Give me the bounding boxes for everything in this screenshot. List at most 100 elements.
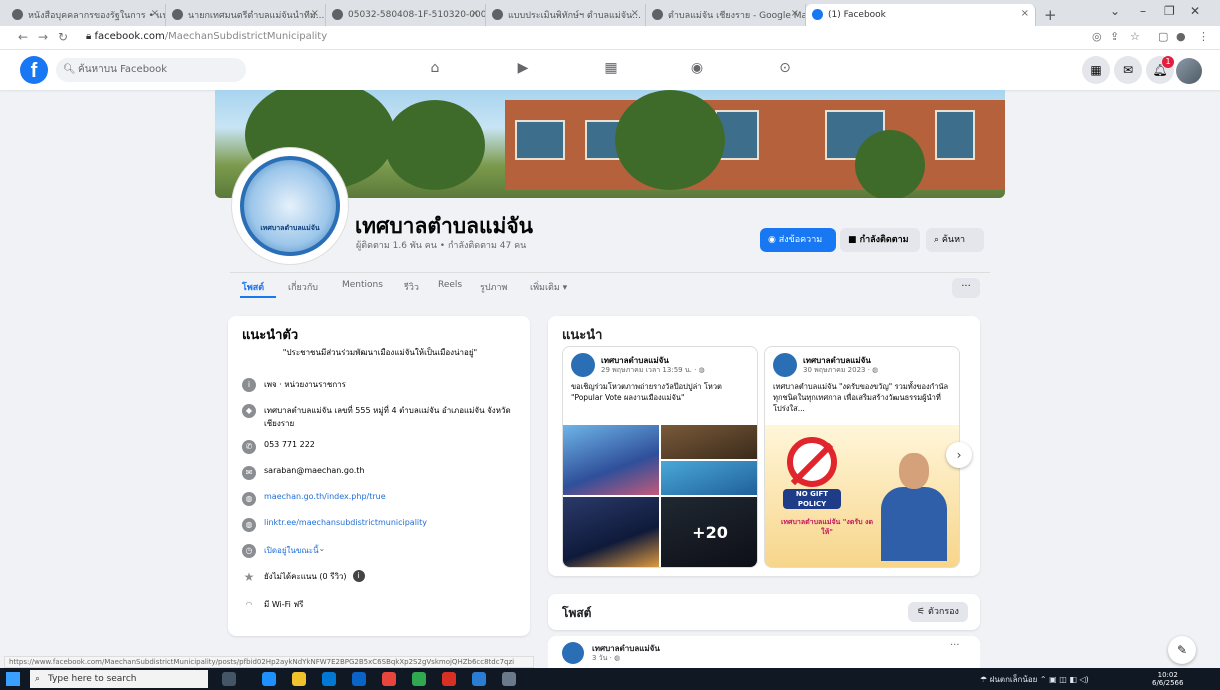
avatar[interactable] [1176, 58, 1202, 84]
intro-rating: ยังไม่ได้คะแนน (0 รีวิว) [264, 572, 347, 581]
tab-more[interactable]: เพิ่มเติม ▾ [530, 280, 567, 294]
back-icon[interactable]: ← [18, 30, 28, 44]
browser-tab-active[interactable]: (1) Facebook × [806, 4, 1036, 26]
intro-hours-row[interactable]: ◷ เปิดอยู่ในขณะนี้ ⌄ [242, 544, 522, 558]
close-tab-icon[interactable]: × [791, 8, 799, 19]
taskbar-clock[interactable]: 10:02 6/6/2566 [1152, 671, 1183, 687]
facebook-search-input[interactable]: 🔍︎ ค้นหาบน Facebook [56, 58, 246, 82]
intro-email[interactable]: saraban@maechan.go.th [264, 466, 365, 475]
post-options-icon[interactable]: ··· [950, 640, 960, 651]
browser-tab[interactable]: 05032-580408-1F-510320-0000... × [326, 4, 486, 26]
message-button[interactable]: ◉ ส่งข้อความ [760, 228, 836, 252]
close-tab-icon[interactable]: × [151, 8, 159, 19]
intro-website-link[interactable]: maechan.go.th/index.php/true [264, 492, 386, 501]
tab-photos[interactable]: รูปภาพ [480, 280, 507, 294]
task-view-icon[interactable] [222, 672, 236, 686]
menu-grid-icon[interactable]: ▦ [1082, 56, 1110, 84]
windows-start-icon[interactable] [6, 672, 20, 686]
browser-tab[interactable]: ตำบลแม่จัน เชียงราย - Google Ma... × [646, 4, 806, 26]
following-button[interactable]: ■ กำลังติดตาม [840, 228, 920, 252]
clock-time: 10:02 [1157, 671, 1178, 679]
home-icon[interactable]: ⌂ [424, 60, 446, 80]
browser-tab[interactable]: หนังสือบุคคลากรของรัฐในการ • แบบ...× [6, 4, 166, 26]
marketplace-icon[interactable]: ▦ [600, 60, 622, 80]
page-follower-stats[interactable]: ผู้ติดตาม 1.6 พัน คน • กำลังติดตาม 47 คน [356, 238, 526, 252]
active-tab-indicator [240, 296, 276, 298]
chevron-down-icon[interactable]: ⌄ [1110, 4, 1120, 18]
filter-button[interactable]: ⚟ ตัวกรอง [908, 602, 968, 622]
post-date: 30 พฤษภาคม 2023 · ◍ [803, 365, 878, 376]
gaming-icon[interactable]: ⊙ [774, 60, 796, 80]
profile-icon[interactable]: ● [1176, 30, 1186, 43]
page-search-button[interactable]: ⌕ ค้นหา [926, 228, 984, 252]
tab-reviews[interactable]: รีวิว [404, 280, 419, 294]
close-tab-icon[interactable]: × [311, 8, 319, 19]
photo-thumbnail[interactable] [563, 497, 659, 567]
facebook-logo-icon[interactable]: f [20, 56, 48, 84]
no-gift-policy-poster[interactable]: NO GIFT POLICY เทศบาลตำบลแม่จัน "งดรับ งด… [765, 425, 959, 567]
close-tab-icon[interactable]: × [1021, 8, 1029, 19]
tab-mentions[interactable]: Mentions [342, 280, 383, 290]
intro-category-row: i เพจ · หน่วยงานราชการ [242, 378, 522, 392]
edge-icon[interactable] [262, 672, 276, 686]
seal-text: เทศบาลตำบลแม่จัน [260, 224, 320, 232]
intro-linktree-row: ◍ linktr.ee/maechansubdistrictmunicipalit… [242, 518, 522, 532]
featured-post-card[interactable]: เทศบาลตำบลแม่จัน 29 พฤษภาคม เวลา 13:59 น… [562, 346, 758, 568]
featured-section: แนะนำ เทศบาลตำบลแม่จัน 29 พฤษภาคม เวลา 1… [548, 316, 980, 576]
word-icon[interactable] [472, 672, 486, 686]
share-icon[interactable]: ⇪ [1110, 30, 1119, 43]
store-icon[interactable] [322, 672, 336, 686]
photo-thumbnail[interactable] [563, 425, 659, 495]
mail-icon[interactable] [352, 672, 366, 686]
taskbar-search-input[interactable]: ⌕ Type here to search [30, 670, 208, 688]
tab-reels[interactable]: Reels [438, 280, 462, 290]
video-icon[interactable]: ▶ [512, 60, 534, 80]
system-tray[interactable]: ☂ ฝนตกเล็กน้อย ⌃ ▣ ◫ ◧ ◁) [980, 673, 1089, 686]
intro-hours[interactable]: เปิดอยู่ในขณะนี้ [264, 544, 319, 557]
url-field[interactable]: 🔒︎ facebook.com/MaechanSubdistrictMunici… [86, 31, 327, 42]
chrome-icon[interactable] [382, 672, 396, 686]
close-tab-icon[interactable]: × [631, 8, 639, 19]
browser-tab[interactable]: แบบประเมินพิทักษ์ฯ ตำบลแม่จัน... × [486, 4, 646, 26]
post-date-text: 30 พฤษภาคม 2023 · [803, 366, 873, 374]
url-host: facebook.com [94, 31, 165, 42]
intro-card: แนะนำตัว "ประชาชนมีส่วนร่วมพัฒนาเมืองแม่… [228, 316, 530, 636]
sidepanel-icon[interactable]: ▢ [1158, 30, 1168, 43]
restore-icon[interactable]: ❐ [1164, 4, 1175, 18]
minimize-icon[interactable]: – [1140, 4, 1146, 18]
post-time[interactable]: 3 วัน · ◍ [592, 653, 620, 664]
avatar[interactable] [562, 642, 584, 664]
line-icon[interactable] [412, 672, 426, 686]
municipal-seal-logo [240, 156, 340, 256]
reload-icon[interactable]: ↻ [58, 30, 68, 44]
tab-posts[interactable]: โพสต์ [242, 280, 264, 294]
featured-post-card[interactable]: เทศบาลตำบลแม่จัน 30 พฤษภาคม 2023 · ◍ เทศ… [764, 346, 960, 568]
chevron-down-icon[interactable]: ⌄ [319, 544, 326, 553]
new-message-edit-icon[interactable]: ✎ [1168, 636, 1196, 664]
tab-about[interactable]: เกี่ยวกับ [288, 280, 318, 294]
close-window-icon[interactable]: ✕ [1190, 4, 1200, 18]
tab-favicon-icon [652, 9, 663, 20]
file-explorer-icon[interactable] [292, 672, 306, 686]
messenger-icon[interactable]: ✉ [1114, 56, 1142, 84]
kebab-menu-icon[interactable]: ⋮ [1198, 30, 1209, 43]
close-tab-icon[interactable]: × [471, 8, 479, 19]
photo-mosaic[interactable]: +20 [563, 425, 757, 567]
browser-tab[interactable]: นายกเทศมนตรีตำบลแม่จันนำทีม... × [166, 4, 326, 26]
chevron-right-icon[interactable]: › [946, 442, 972, 468]
profile-picture[interactable]: เทศบาลตำบลแม่จัน [232, 148, 348, 264]
photo-thumbnail[interactable] [661, 425, 757, 459]
tab-favicon-icon [332, 9, 343, 20]
forward-icon[interactable]: → [38, 30, 48, 44]
app-icon[interactable] [502, 672, 516, 686]
acrobat-icon[interactable] [442, 672, 456, 686]
more-photos-count[interactable]: +20 [661, 497, 757, 567]
photo-thumbnail[interactable] [661, 461, 757, 495]
groups-icon[interactable]: ◉ [686, 60, 708, 80]
google-lens-icon[interactable]: ◎ [1092, 30, 1102, 43]
bookmark-star-icon[interactable]: ☆ [1130, 30, 1140, 43]
new-tab-button[interactable]: + [1044, 4, 1057, 26]
intro-linktree-link[interactable]: linktr.ee/maechansubdistrictmunicipality [264, 518, 427, 527]
more-options-button[interactable]: ··· [952, 278, 980, 298]
info-icon[interactable]: i [352, 570, 365, 582]
